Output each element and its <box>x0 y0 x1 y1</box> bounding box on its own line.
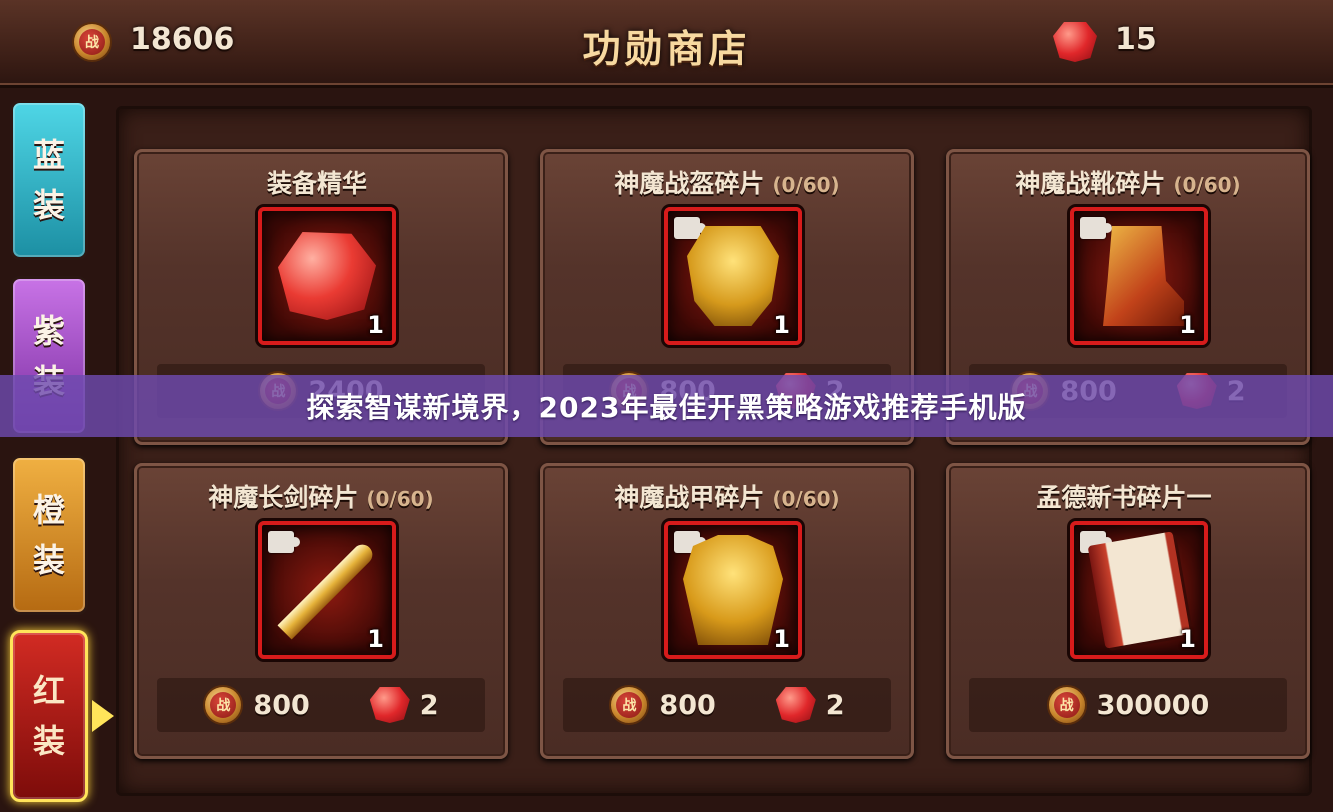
overlay-banner: 探索智谋新境界，2023年最佳开黑策略游戏推荐手机版 <box>0 375 1333 437</box>
tab-label-line2: 装 <box>32 541 65 579</box>
fragment-puzzle-icon <box>1080 217 1112 239</box>
merit-coin-icon: 战 <box>609 685 650 725</box>
coin-price: 战 800 <box>203 685 310 725</box>
merit-coin-icon: 战 <box>203 685 244 725</box>
tab-red-equipment[interactable]: 红 装 <box>10 630 88 802</box>
item-name: 神魔战甲碎片 (0/60) <box>614 483 840 512</box>
item-quantity: 1 <box>1179 311 1196 339</box>
selected-tab-arrow-icon <box>92 700 114 732</box>
item-quantity: 1 <box>367 311 384 339</box>
item-icon-frame[interactable]: 1 <box>664 521 802 659</box>
sword-icon <box>277 540 377 640</box>
item-name: 神魔战靴碎片 (0/60) <box>1015 169 1241 198</box>
gem-price: 2 <box>369 687 439 723</box>
boot-icon <box>1103 226 1184 326</box>
item-icon-frame[interactable]: 1 <box>258 207 396 345</box>
tab-label-line1: 紫 <box>32 312 65 350</box>
item-quantity: 1 <box>773 625 790 653</box>
shop-item-card[interactable]: 神魔战甲碎片 (0/60) 1 战 800 2 <box>540 463 914 759</box>
item-quantity: 1 <box>1179 625 1196 653</box>
item-quantity: 1 <box>773 311 790 339</box>
merit-coin-icon: 战 <box>1046 685 1087 725</box>
item-name: 孟德新书碎片一 <box>1036 483 1212 512</box>
item-icon-frame[interactable]: 1 <box>258 521 396 659</box>
ruby-gem-icon <box>1053 22 1097 62</box>
price-row: 战 300000 <box>969 678 1287 732</box>
gem-price: 2 <box>775 687 845 723</box>
fragment-puzzle-icon <box>268 531 300 553</box>
shop-item-card[interactable]: 神魔长剑碎片 (0/60) 1 战 800 2 <box>134 463 508 759</box>
shop-item-card[interactable]: 孟德新书碎片一 1 战 300000 <box>946 463 1310 759</box>
tab-label-line1: 红 <box>32 672 65 710</box>
helmet-icon <box>687 226 779 326</box>
tab-orange-equipment[interactable]: 橙 装 <box>10 455 88 615</box>
ruby-gem-icon <box>369 687 410 723</box>
book-icon <box>1087 531 1191 649</box>
tab-label-line1: 橙 <box>32 491 65 529</box>
item-name: 神魔长剑碎片 (0/60) <box>208 483 434 512</box>
fragment-puzzle-icon <box>674 217 706 239</box>
price-row: 战 800 2 <box>563 678 891 732</box>
item-name: 装备精华 <box>266 169 367 198</box>
item-icon-frame[interactable]: 1 <box>664 207 802 345</box>
armor-icon <box>683 535 783 645</box>
item-icon-frame[interactable]: 1 <box>1070 521 1208 659</box>
ruby-gem-icon <box>775 687 816 723</box>
tab-blue-equipment[interactable]: 蓝 装 <box>10 100 88 260</box>
price-row: 战 800 2 <box>157 678 485 732</box>
coin-price: 战 800 <box>609 685 716 725</box>
coin-price: 战 300000 <box>1046 685 1209 725</box>
gem-balance: 15 <box>1115 22 1157 57</box>
banner-text: 探索智谋新境界，2023年最佳开黑策略游戏推荐手机版 <box>306 391 1027 424</box>
shop-header: 战 18606 功勋商店 15 <box>0 0 1333 88</box>
tab-label-line2: 装 <box>32 722 65 760</box>
tab-label-line2: 装 <box>32 186 65 224</box>
item-name: 神魔战盔碎片 (0/60) <box>614 169 840 198</box>
item-icon-frame[interactable]: 1 <box>1070 207 1208 345</box>
shop-item-grid: 装备精华 1 战 2400 神魔战盔碎片(0/60) 1 战 800 <box>116 106 1312 796</box>
essence-gem-icon <box>278 232 376 320</box>
item-quantity: 1 <box>367 625 384 653</box>
tab-label-line1: 蓝 <box>32 136 65 174</box>
